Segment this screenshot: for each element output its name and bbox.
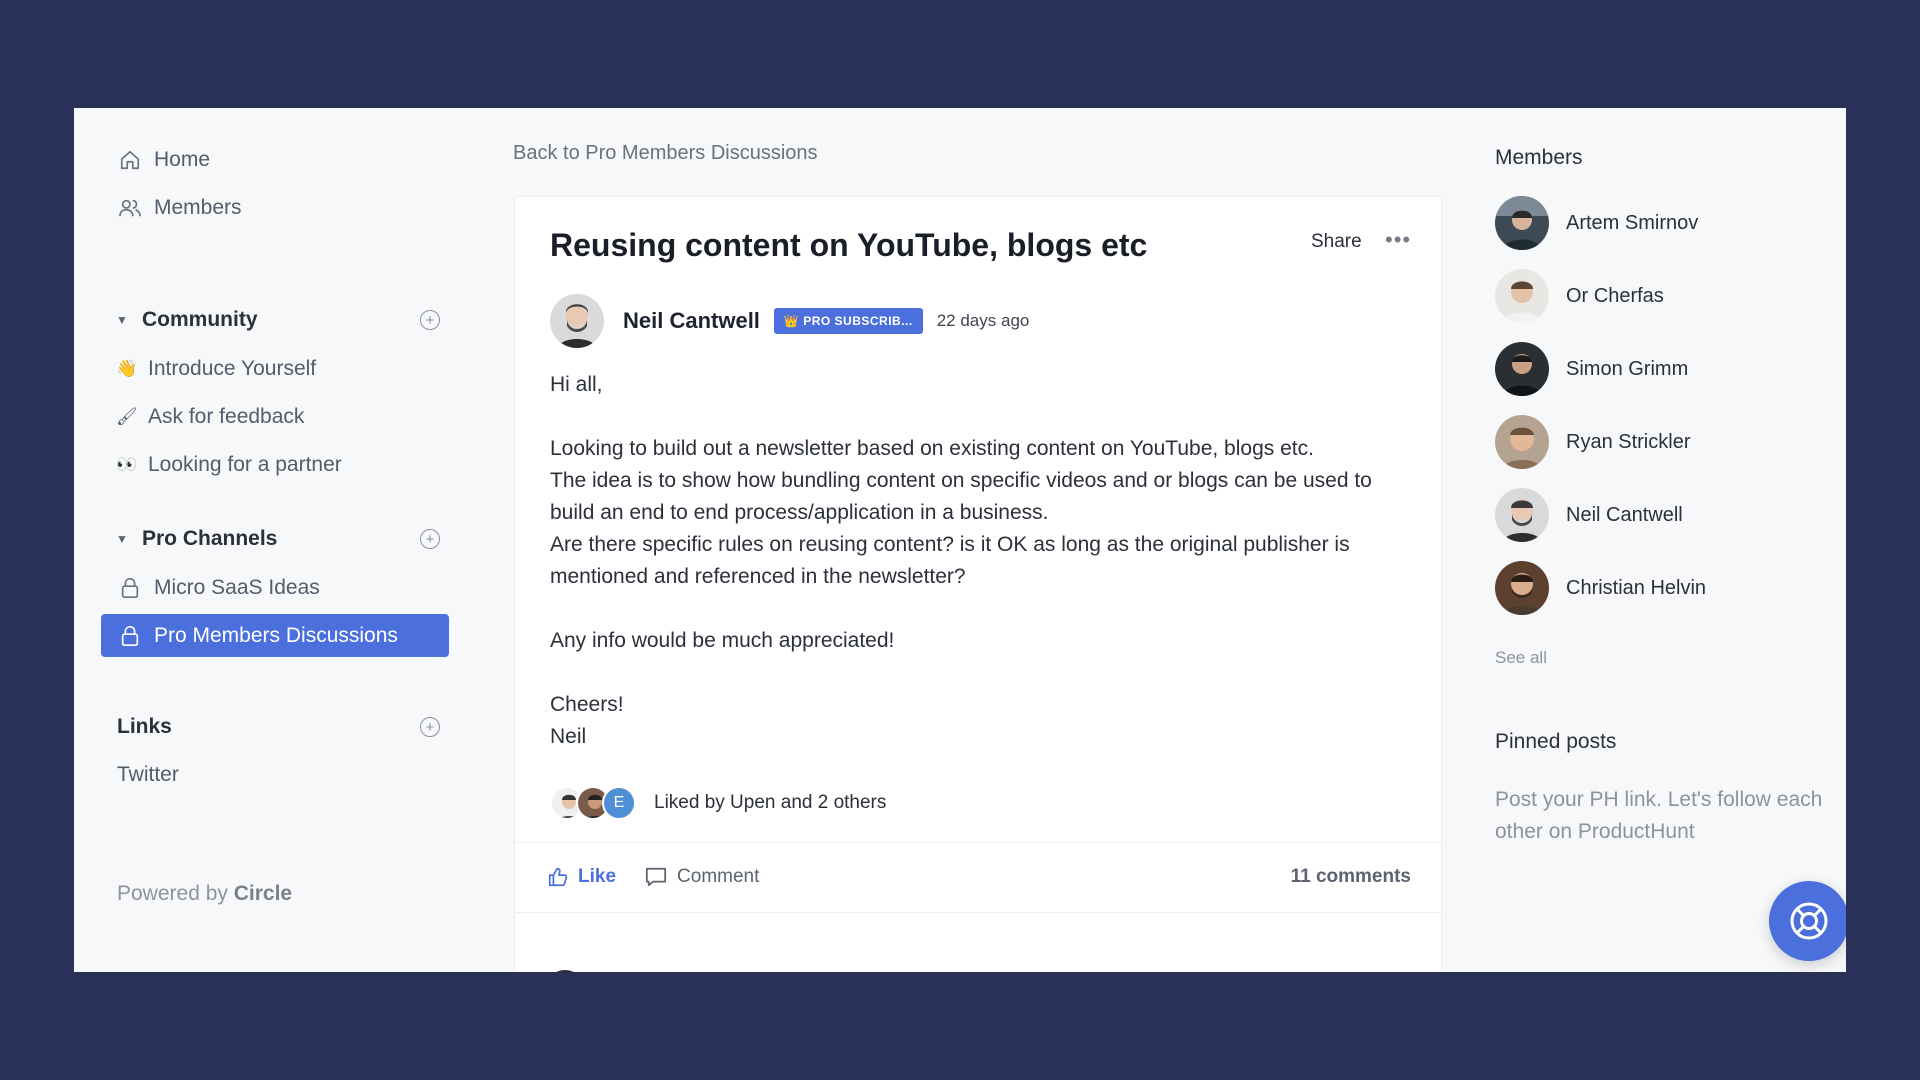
sidebar-item-label: Looking for a partner [148,453,342,476]
badge-label: PRO SUBSCRIB... [803,314,913,328]
pro-subscriber-badge: 👑 PRO SUBSCRIB... [773,308,923,334]
post-paragraph: Are there specific rules on reusing cont… [550,533,1350,588]
post-author-row: Neil Cantwell 👑 PRO SUBSCRIB... 22 days … [550,293,1029,349]
sidebar-item-looking-for-a-partner[interactable]: 👀 Looking for a partner [116,450,342,480]
post-paragraph: Neil [550,725,587,748]
next-comment-preview [545,970,925,972]
member-row[interactable]: Christian Helvin [1495,561,1706,615]
member-row[interactable]: Or Cherfas [1495,269,1664,323]
back-link[interactable]: Back to Pro Members Discussions [513,142,818,165]
divider [515,912,1441,913]
divider [515,842,1441,843]
powered-by[interactable]: Powered by Circle [117,882,292,906]
wave-emoji-icon: 👋 [116,359,138,378]
eyes-emoji-icon: 👀 [116,455,138,474]
lock-icon [118,576,142,600]
add-channel-plus-icon[interactable]: + [420,529,440,549]
member-row[interactable]: Ryan Strickler [1495,415,1690,469]
post-paragraph: Looking to build out a newsletter based … [550,437,1314,460]
sidebar-item-label: Pro Members Discussions [154,623,398,647]
crown-icon: 👑 [783,314,804,328]
comments-count[interactable]: 11 comments [1291,866,1411,888]
nav-home-label: Home [154,148,211,171]
users-icon [118,196,142,220]
member-name: Artem Smirnov [1566,211,1699,234]
post-body: Hi all, Looking to build out a newslette… [550,369,1410,753]
member-avatar [1495,196,1549,250]
sidebar-item-label: Ask for feedback [148,405,305,428]
section-links[interactable]: Links + [117,712,440,742]
nav-home[interactable]: Home [118,145,210,175]
member-avatar [1495,269,1549,323]
see-all-members-link[interactable]: See all [1495,648,1547,668]
powered-brand: Circle [233,882,293,905]
thumbs-up-icon [548,867,568,887]
pinned-post-link[interactable]: Post your PH link. Let's follow each oth… [1495,784,1845,848]
sidebar-item-pro-members-discussions[interactable]: Pro Members Discussions [101,614,449,657]
home-icon [118,148,142,172]
member-name: Neil Cantwell [1566,503,1683,526]
add-channel-plus-icon[interactable]: + [420,310,440,330]
member-avatar [1495,488,1549,542]
sidebar-link-label: Twitter [117,763,179,786]
author-name[interactable]: Neil Cantwell [623,308,760,334]
post-paragraph: Cheers! [550,693,624,716]
section-links-title: Links [117,715,172,738]
post-paragraph: Any info would be much appreciated! [550,629,895,652]
nav-members[interactable]: Members [118,193,242,223]
liked-by-text[interactable]: Liked by Upen and 2 others [654,792,886,814]
sidebar-item-micro-saas-ideas[interactable]: Micro SaaS Ideas [118,573,320,603]
add-link-plus-icon[interactable]: + [420,717,440,737]
app-window: Home Members ▼ Community + 👋 Introduce Y… [74,108,1846,972]
powered-prefix: Powered by [117,882,228,905]
like-label: Like [578,866,617,887]
pinned-posts-heading: Pinned posts [1495,730,1617,753]
likes-row[interactable]: E Liked by Upen and 2 others [550,784,886,822]
comment-avatar [545,970,585,972]
member-row[interactable]: Artem Smirnov [1495,196,1698,250]
member-row[interactable]: Neil Cantwell [1495,488,1683,542]
sidebar-item-label: Micro SaaS Ideas [154,576,320,599]
member-avatar [1495,415,1549,469]
caret-down-icon: ▼ [116,313,128,327]
section-community[interactable]: ▼ Community + [116,305,440,335]
member-name: Christian Helvin [1566,576,1707,599]
nav-members-label: Members [154,196,242,219]
caret-down-icon: ▼ [116,532,128,546]
sidebar-item-label: Introduce Yourself [148,357,317,380]
like-button[interactable]: Like [547,866,616,888]
post-actions: Like Comment 11 comments [547,857,1411,897]
post-timestamp: 22 days ago [936,311,1030,330]
member-row[interactable]: Simon Grimm [1495,342,1688,396]
sidebar-item-introduce-yourself[interactable]: 👋 Introduce Yourself [116,354,316,384]
share-button[interactable]: Share [1311,231,1362,253]
comment-icon [645,867,667,887]
post-paragraph: Hi all, [550,373,603,396]
paintbrush-emoji-icon: 🖌 [116,407,138,426]
more-options-icon[interactable]: ••• [1385,227,1411,253]
post-title: Reusing content on YouTube, blogs etc [550,227,1148,263]
author-avatar[interactable] [550,294,604,348]
sidebar-link-twitter[interactable]: Twitter [117,760,179,790]
section-community-title: Community [142,308,258,331]
section-pro-channels[interactable]: ▼ Pro Channels + [116,524,440,554]
member-name: Or Cherfas [1566,284,1664,307]
post-paragraph: The idea is to show how bundling content… [550,469,1372,524]
lock-icon [118,624,142,648]
lifebuoy-icon [1790,902,1828,940]
member-avatar [1495,561,1549,615]
post-card: Reusing content on YouTube, blogs etc Sh… [514,196,1442,972]
member-avatar [1495,342,1549,396]
comment-button[interactable]: Comment [644,866,759,888]
help-lifebuoy-button[interactable] [1769,881,1846,961]
member-name: Simon Grimm [1566,357,1689,380]
member-name: Ryan Strickler [1566,430,1691,453]
comment-label: Comment [677,866,760,887]
sidebar-item-ask-for-feedback[interactable]: 🖌 Ask for feedback [116,402,304,432]
liker-avatar-initial: E [602,786,636,820]
sidebar: Home Members ▼ Community + 👋 Introduce Y… [74,108,474,972]
members-heading: Members [1495,146,1583,169]
section-pro-channels-title: Pro Channels [142,527,278,550]
